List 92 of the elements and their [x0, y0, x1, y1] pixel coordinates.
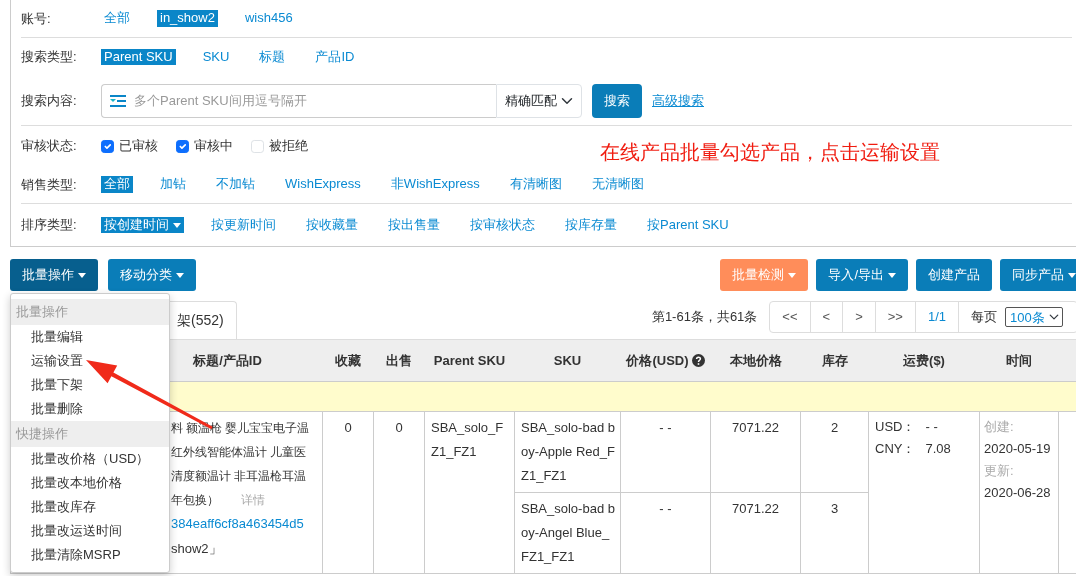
column-header: 价格(USD): [620, 339, 711, 382]
page-button[interactable]: <<: [770, 302, 811, 332]
filter-option[interactable]: 全部: [101, 10, 133, 27]
filter-option[interactable]: 按收藏量: [303, 216, 361, 234]
filter-label: 销售类型:: [21, 175, 78, 194]
per-page-select[interactable]: 100条: [1005, 307, 1063, 327]
filter-option[interactable]: in_show2: [157, 10, 218, 27]
menu-item[interactable]: 批量清除MSRP: [11, 543, 169, 567]
menu-item[interactable]: 批量改库存: [11, 495, 169, 519]
time-value: 2020-06-28: [984, 484, 1052, 502]
menu-header: 批量操作: [11, 299, 169, 325]
time-label: 更新:: [984, 462, 1015, 480]
table-cell-text: SBA_solo-bad boy-Angel Blue_FZ1_FZ1: [521, 500, 616, 566]
column-header: Parent SKU: [424, 339, 515, 382]
filter-option[interactable]: 非WishExpress: [387, 176, 483, 193]
pagination-summary: 第1-61条，共61条: [651, 308, 758, 327]
table-cell: 7071.22: [732, 420, 779, 435]
toolbar-button[interactable]: 导入/导出: [816, 259, 908, 291]
filter-label: 排序类型:: [21, 216, 78, 235]
table-cell-text: SBA_solo-bad boy-Apple Red_FZ1_FZ1: [521, 419, 616, 485]
page-button[interactable]: <: [810, 302, 844, 332]
filter-label: 账号:: [21, 9, 52, 28]
filter-option[interactable]: 按审核状态: [467, 216, 538, 234]
checkbox[interactable]: [176, 139, 189, 153]
page-indicator: 1/1: [915, 302, 959, 332]
filter-option[interactable]: WishExpress: [282, 176, 364, 193]
advanced-search-link[interactable]: 高级搜索: [652, 90, 704, 111]
toolbar-button[interactable]: 移动分类: [108, 259, 196, 291]
table-cell: 0: [344, 420, 352, 435]
column-header: 本地价格: [710, 339, 801, 382]
filter-option[interactable]: 产品ID: [312, 48, 358, 66]
time-label: 创建:: [984, 418, 1015, 436]
table-cell: 7071.22: [732, 501, 779, 516]
column-header: 时间: [979, 339, 1059, 382]
list-icon: [110, 94, 126, 107]
checkbox[interactable]: [101, 139, 114, 153]
menu-item[interactable]: 批量改本地价格: [11, 471, 169, 495]
filter-option[interactable]: 标题: [256, 48, 289, 66]
account-tag: show2」: [171, 540, 322, 558]
menu-item[interactable]: 批量删除: [11, 397, 169, 421]
filter-option[interactable]: 按库存量: [562, 216, 620, 234]
search-button[interactable]: 搜索: [592, 83, 642, 118]
page-button[interactable]: >: [843, 302, 876, 332]
column-header: SKU: [514, 339, 621, 382]
menu-item[interactable]: 批量改价格（USD）: [11, 447, 169, 471]
table-cell: 2: [830, 420, 839, 435]
menu-header: 快捷操作: [11, 421, 169, 447]
shipping-value: 7.08: [925, 441, 951, 456]
shipping-label: USD：: [875, 419, 916, 434]
filter-option[interactable]: Parent SKU: [101, 48, 176, 66]
column-header: 库存: [800, 339, 869, 382]
table-cell: 0: [395, 420, 403, 435]
filter-option[interactable]: 有清晰图: [506, 176, 565, 193]
table-cell-text: SBA_solo_FZ1_FZ1: [431, 419, 505, 461]
checkbox-label: 被拒绝: [269, 137, 308, 156]
checkbox-label: 审核中: [194, 137, 233, 156]
toolbar-button[interactable]: 批量操作: [10, 259, 98, 291]
filter-option[interactable]: SKU: [199, 48, 233, 66]
column-header: 运费($): [868, 339, 980, 382]
toolbar-button[interactable]: 同步产品: [1000, 259, 1076, 291]
table-cell: 3: [830, 501, 839, 516]
checkbox-label: 已审核: [119, 137, 158, 156]
filter-option[interactable]: 不加钻: [213, 176, 258, 193]
menu-item[interactable]: 批量改运送时间: [11, 519, 169, 543]
filter-option[interactable]: 加钻: [157, 176, 189, 193]
filter-label: 搜索类型:: [21, 48, 78, 67]
filter-option[interactable]: 全部: [101, 176, 133, 193]
filter-label: 搜索内容:: [21, 91, 78, 110]
column-header: 出售: [373, 339, 425, 382]
filter-option[interactable]: wish456: [241, 10, 296, 27]
page-button[interactable]: >>: [875, 302, 916, 332]
search-field[interactable]: 多个Parent SKU间用逗号隔开: [101, 83, 496, 118]
filter-label: 审核状态:: [21, 137, 78, 156]
filter-option[interactable]: 无清晰图: [588, 176, 647, 193]
time-value: 2020-05-19: [984, 440, 1052, 458]
match-select[interactable]: 精确匹配: [496, 83, 582, 118]
annotation-text: 在线产品批量勾选产品，点击运输设置: [600, 140, 940, 165]
filter-option[interactable]: 按出售量: [385, 216, 443, 234]
table-cell: - -: [659, 501, 672, 516]
table-cell: - -: [659, 420, 672, 435]
caret-icon: [173, 222, 181, 228]
filter-option[interactable]: 按更新时间: [208, 216, 279, 234]
toolbar-button[interactable]: 批量检测: [720, 259, 809, 291]
filter-option[interactable]: 按创建时间: [101, 216, 184, 234]
shipping-value: - -: [925, 419, 938, 434]
column-header: 收藏: [322, 339, 374, 382]
per-page-label: 每页: [971, 308, 997, 327]
toolbar-button[interactable]: 创建产品: [916, 259, 992, 291]
filter-option[interactable]: 按Parent SKU: [644, 216, 732, 234]
shipping-label: CNY：: [875, 441, 916, 456]
details-link[interactable]: 详情: [241, 494, 265, 506]
product-id-link[interactable]: 384eaff6cf8a463454d5: [171, 512, 322, 536]
